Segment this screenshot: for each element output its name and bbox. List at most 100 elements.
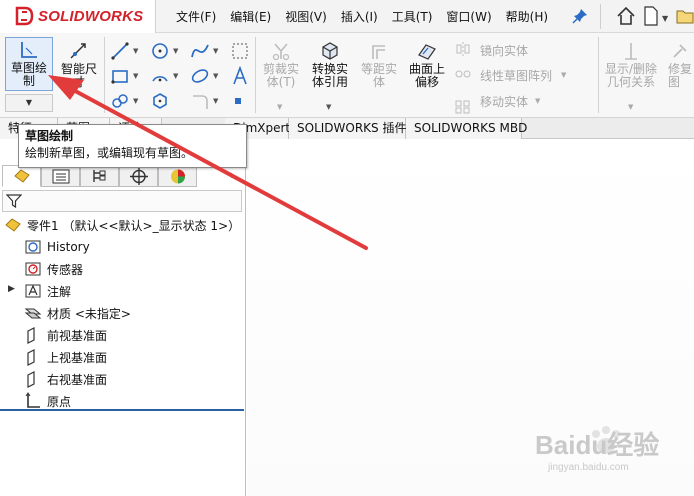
mirror-entities-button[interactable]: 镜向实体 (480, 42, 528, 59)
trim-entities-button[interactable]: 剪裁实 体(T) (258, 41, 304, 89)
tree-end-marker (0, 409, 244, 411)
sketch-button[interactable]: 草图绘 制 (5, 37, 53, 91)
tab-solidworks-mbd[interactable]: SOLIDWORKS MBD (406, 118, 527, 139)
chevron-down-icon: ▼ (213, 97, 219, 105)
repair-icon (673, 44, 687, 58)
pin-icon[interactable] (572, 8, 588, 24)
tab-configuration-manager[interactable] (80, 165, 119, 187)
linear-sketch-pattern-button[interactable]: 线性草图阵列 (480, 67, 552, 84)
tab-feature-manager[interactable] (2, 165, 41, 187)
top-plane-label: 上视基准面 (47, 350, 108, 365)
menu-file[interactable]: 文件(F) (176, 8, 216, 25)
chevron-down-icon[interactable]: ▼ (662, 14, 668, 23)
slot-icon[interactable] (110, 91, 130, 111)
offset-icon (372, 45, 385, 59)
chevron-down-icon[interactable]: ▼ (173, 47, 178, 55)
menu-edit[interactable]: 编辑(E) (230, 8, 271, 25)
title-bar: SOLIDWORKS 文件(F) 编辑(E) 视图(V) 插入(I) 工具(T)… (0, 0, 694, 33)
tree-item-right-plane[interactable]: 右视基准面 (24, 369, 107, 389)
arc-icon[interactable] (150, 66, 170, 86)
offset-entities-button[interactable]: 等距实 体 (356, 41, 402, 89)
panel-tabs: › (0, 165, 246, 187)
smart-dimension-icon (70, 43, 86, 59)
chevron-down-icon[interactable]: ▼ (326, 103, 331, 111)
move-entities-button[interactable]: 移动实体 (480, 93, 528, 110)
brand-name: SOLIDWORKS (38, 8, 144, 25)
chevron-down-icon[interactable]: ▼ (133, 72, 138, 80)
tree-item-top-plane[interactable]: 上视基准面 (24, 347, 107, 367)
front-plane-label: 前视基准面 (47, 328, 108, 343)
tooltip-description: 绘制新草图，或编辑现有草图。 (25, 146, 194, 160)
circle-icon[interactable] (150, 41, 170, 61)
filter-icon (6, 194, 22, 209)
menu-tools[interactable]: 工具(T) (392, 8, 433, 25)
watermark-text: Baidu经验 (535, 430, 660, 460)
origin-icon (25, 392, 40, 408)
history-icon (25, 240, 41, 254)
feature-filter-bar[interactable] (2, 190, 242, 212)
tab-dimxpert-manager[interactable] (119, 165, 158, 187)
rectangle-icon[interactable] (110, 66, 130, 86)
construction-geometry-icon[interactable] (230, 41, 250, 61)
history-label: History (47, 240, 90, 254)
tree-item-sensors[interactable]: 传感器 (24, 259, 83, 279)
chevron-down-icon[interactable]: ▼ (133, 97, 138, 105)
repair-sketch-button[interactable]: 修复 图 (664, 41, 694, 89)
material-label: 材质 <未指定> (47, 306, 131, 321)
expand-icon[interactable]: ▶ (8, 284, 15, 294)
home-icon[interactable] (616, 6, 636, 26)
menu-insert[interactable]: 插入(I) (341, 8, 378, 25)
tab-solidworks-addins[interactable]: SOLIDWORKS 插件 (289, 118, 406, 139)
tab-property-manager[interactable] (41, 165, 80, 187)
tree-item-front-plane[interactable]: 前视基准面 (24, 325, 107, 345)
chevron-down-icon[interactable]: ▼ (213, 72, 218, 80)
plane-icon (27, 349, 35, 366)
tree-item-origin[interactable]: 原点 (24, 391, 71, 411)
convert-entities-button[interactable]: 转换实 体引用 (306, 41, 354, 89)
plane-icon (27, 371, 35, 388)
tree-item-history[interactable]: History (24, 237, 90, 257)
solidworks-logo[interactable]: SOLIDWORKS (0, 0, 156, 33)
command-manager: 草图绘 制 ▼ 智能尺 寸 ▼ ▼ ▼ ▼ ▼ ▼ ▼ ▼ 剪裁实 体(T) ▼ (0, 33, 694, 118)
tooltip-title: 草图绘制 (25, 129, 74, 143)
tree-item-part[interactable]: 零件1 （默认<<默认>_显示状态 1>） (4, 215, 240, 235)
smart-dimension-button[interactable]: 智能尺 寸 (57, 39, 101, 93)
chevron-down-icon: ▼ (535, 97, 541, 105)
sketch-dropdown-button[interactable]: ▼ (5, 94, 53, 112)
menu-help[interactable]: 帮助(H) (506, 8, 548, 25)
chevron-down-icon[interactable]: ▼ (213, 47, 218, 55)
menu-view[interactable]: 视图(V) (285, 8, 327, 25)
pattern-icon (455, 70, 471, 78)
line-icon[interactable] (110, 41, 130, 61)
menu-window[interactable]: 窗口(W) (446, 8, 491, 25)
configuration-manager-icon (93, 170, 106, 182)
dimxpert-icon (130, 168, 148, 185)
display-delete-relations-button[interactable]: 显示/删除 几何关系 (600, 41, 662, 89)
chevron-right-icon[interactable]: › (230, 168, 235, 182)
spline-icon[interactable] (190, 41, 210, 61)
annotations-label: 注解 (47, 284, 72, 299)
offset-on-surface-icon (418, 44, 436, 60)
ellipse-icon[interactable] (190, 66, 210, 86)
tree-item-material[interactable]: 材质 <未指定> (24, 303, 131, 323)
surface-offset-label-line2: 偏移 (414, 75, 439, 89)
ds-logo-icon (15, 6, 34, 26)
chevron-down-icon: ▼ (561, 71, 567, 79)
new-document-icon[interactable] (643, 6, 659, 26)
offset-on-surface-button[interactable]: 曲面上 偏移 (404, 41, 450, 89)
property-manager-icon (52, 169, 70, 184)
open-folder-icon[interactable] (676, 6, 694, 26)
text-icon[interactable] (230, 66, 250, 86)
sensors-label: 传感器 (47, 262, 84, 277)
chevron-down-icon[interactable]: ▼ (173, 72, 178, 80)
polygon-icon[interactable] (150, 91, 170, 111)
chevron-down-icon[interactable]: ▼ (133, 47, 138, 55)
toolbar-separator (255, 37, 256, 113)
offset-label-line2: 体 (372, 75, 385, 89)
relations-label-line2: 几何关系 (606, 75, 655, 89)
point-icon[interactable] (232, 95, 244, 107)
tree-item-annotations[interactable]: ▶ 注解 (8, 281, 72, 301)
linear-pattern-icon (455, 100, 470, 114)
tab-display-manager[interactable] (158, 165, 197, 187)
part-icon (5, 218, 21, 232)
